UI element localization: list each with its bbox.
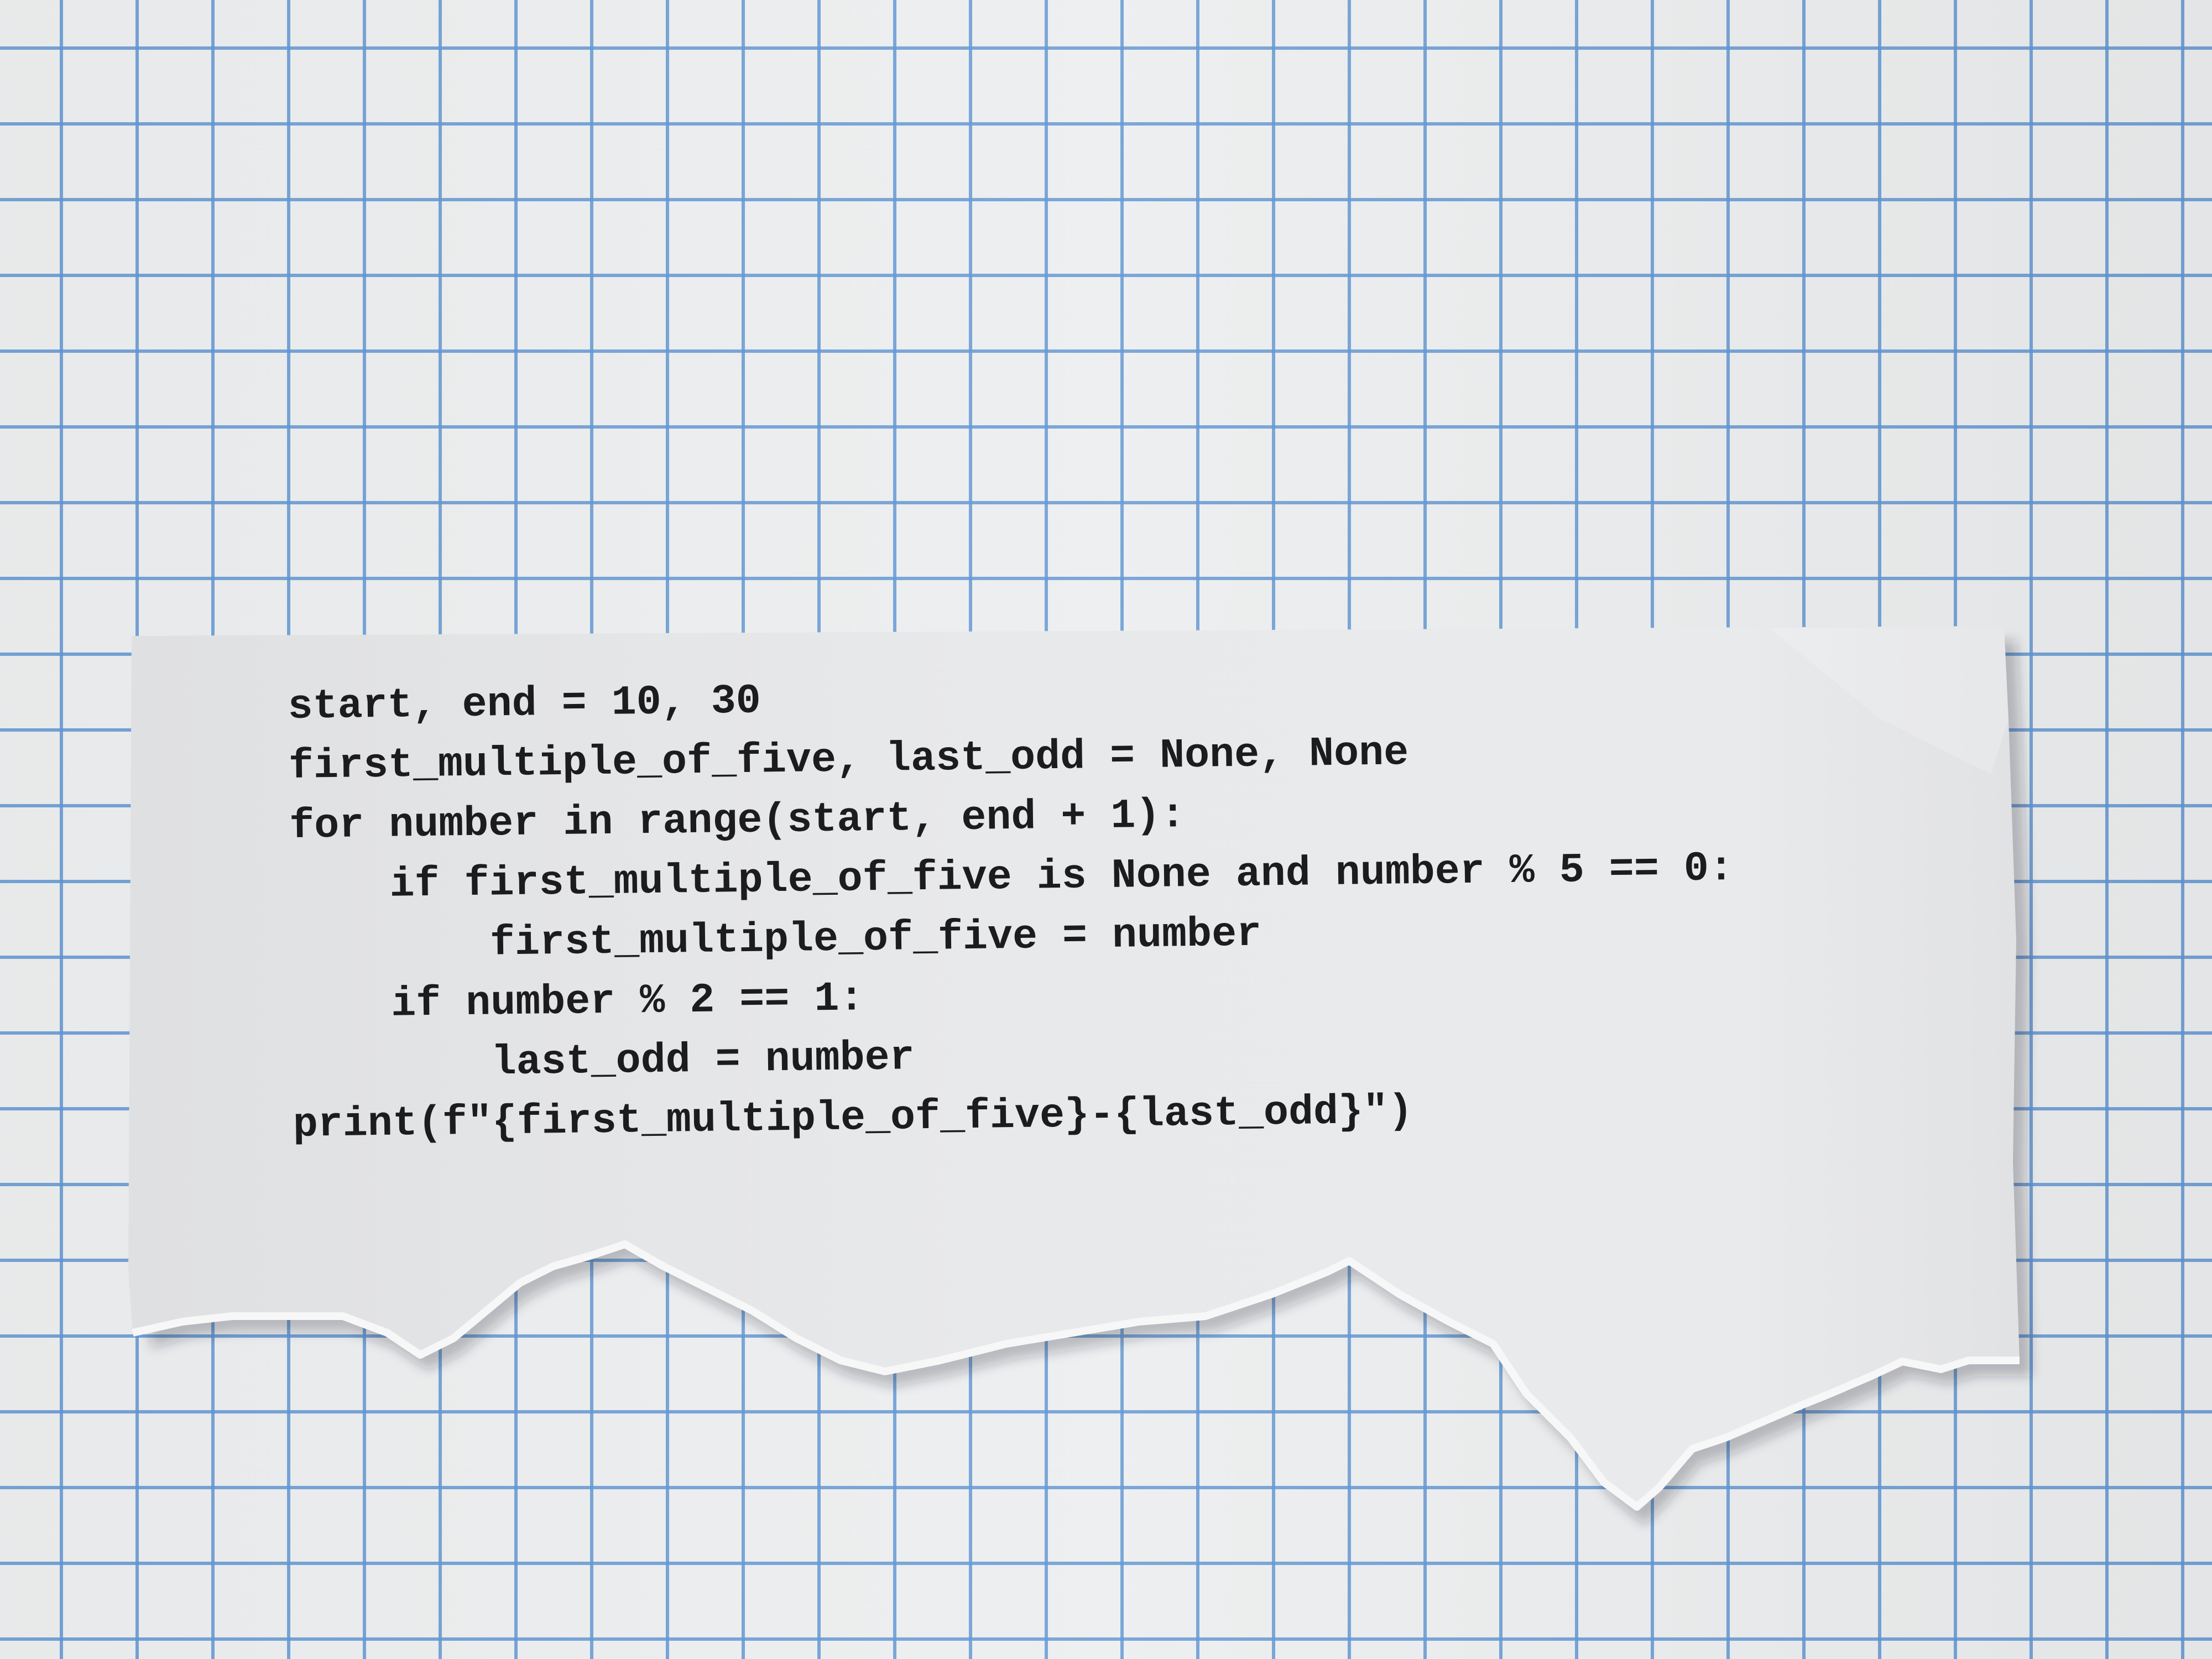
graph-paper-background: start, end = 10, 30 first_multiple_of_fiv… [0,0,2212,1659]
code-block: start, end = 10, 30 first_multiple_of_fiv… [288,660,1737,1155]
